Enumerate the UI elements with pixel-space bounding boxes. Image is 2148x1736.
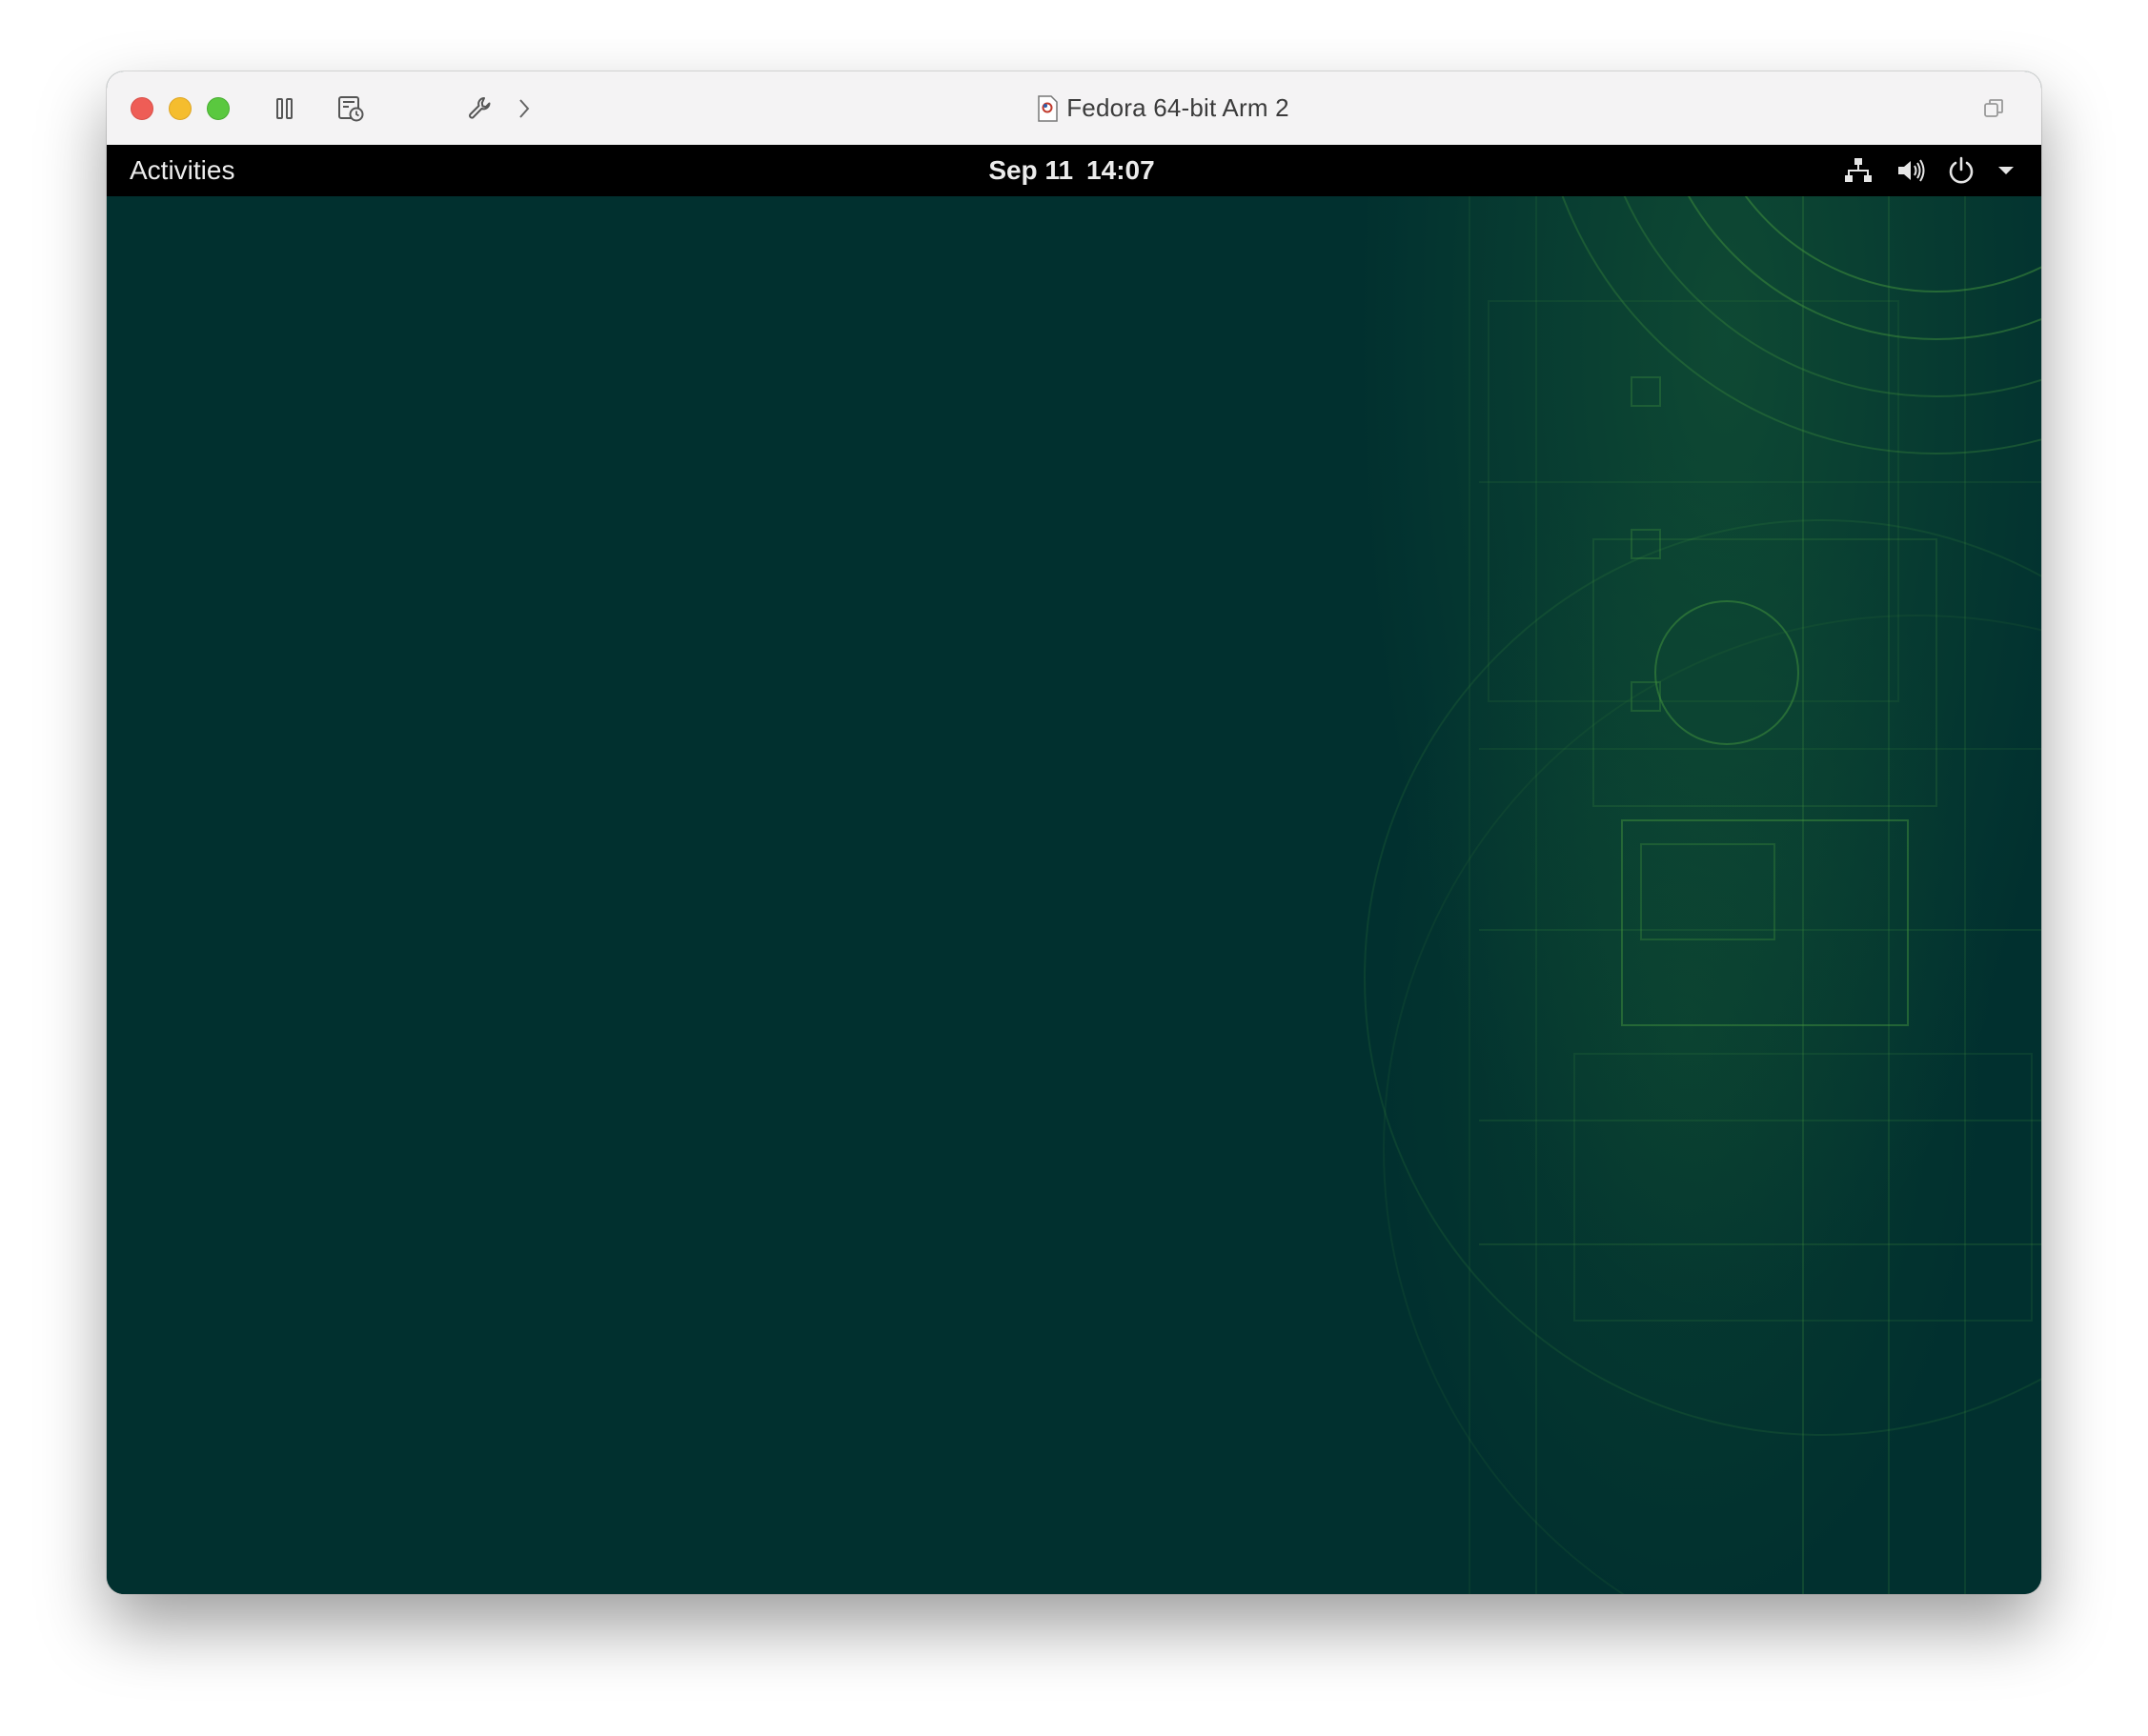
pause-button[interactable] — [268, 91, 302, 126]
window-titlebar[interactable]: Fedora 64-bit Arm 2 — [107, 71, 2041, 146]
maximize-button[interactable] — [207, 97, 230, 120]
gnome-desktop[interactable] — [107, 196, 2041, 1594]
vm-window: Fedora 64-bit Arm 2 Activities Sep 11 14… — [107, 71, 2041, 1594]
window-title: Fedora 64-bit Arm 2 — [1066, 93, 1289, 122]
snapshot-icon — [338, 96, 364, 122]
chevron-right-icon — [519, 99, 530, 118]
minimize-button[interactable] — [169, 97, 192, 120]
more-button[interactable] — [511, 91, 537, 126]
close-button[interactable] — [131, 97, 153, 120]
clock-date: Sep 11 — [988, 155, 1074, 185]
clock-button[interactable]: Sep 11 14:07 — [988, 155, 1154, 186]
restore-window-icon — [1984, 99, 2003, 117]
settings-button[interactable] — [463, 91, 497, 126]
blueprint-wallpaper — [1364, 196, 2041, 1594]
system-status-menu[interactable] — [1841, 145, 2016, 196]
gnome-top-bar: Activities Sep 11 14:07 — [107, 145, 2041, 196]
guest-display[interactable]: Activities Sep 11 14:07 — [107, 145, 2041, 1594]
dropdown-arrow-icon — [1996, 153, 2016, 188]
restore-window-button[interactable] — [1976, 91, 2011, 126]
activities-button[interactable]: Activities — [130, 145, 234, 196]
volume-icon — [1893, 153, 1927, 188]
pause-icon — [276, 98, 293, 119]
vm-document-icon — [1038, 94, 1058, 122]
power-icon — [1944, 153, 1978, 188]
wrench-icon — [469, 97, 491, 119]
network-wired-icon — [1841, 153, 1875, 188]
snapshot-button[interactable] — [334, 91, 368, 126]
clock-container: Sep 11 14:07 — [107, 145, 2041, 196]
window-title-container: Fedora 64-bit Arm 2 — [107, 71, 2041, 145]
clock-time: 14:07 — [1086, 155, 1155, 185]
